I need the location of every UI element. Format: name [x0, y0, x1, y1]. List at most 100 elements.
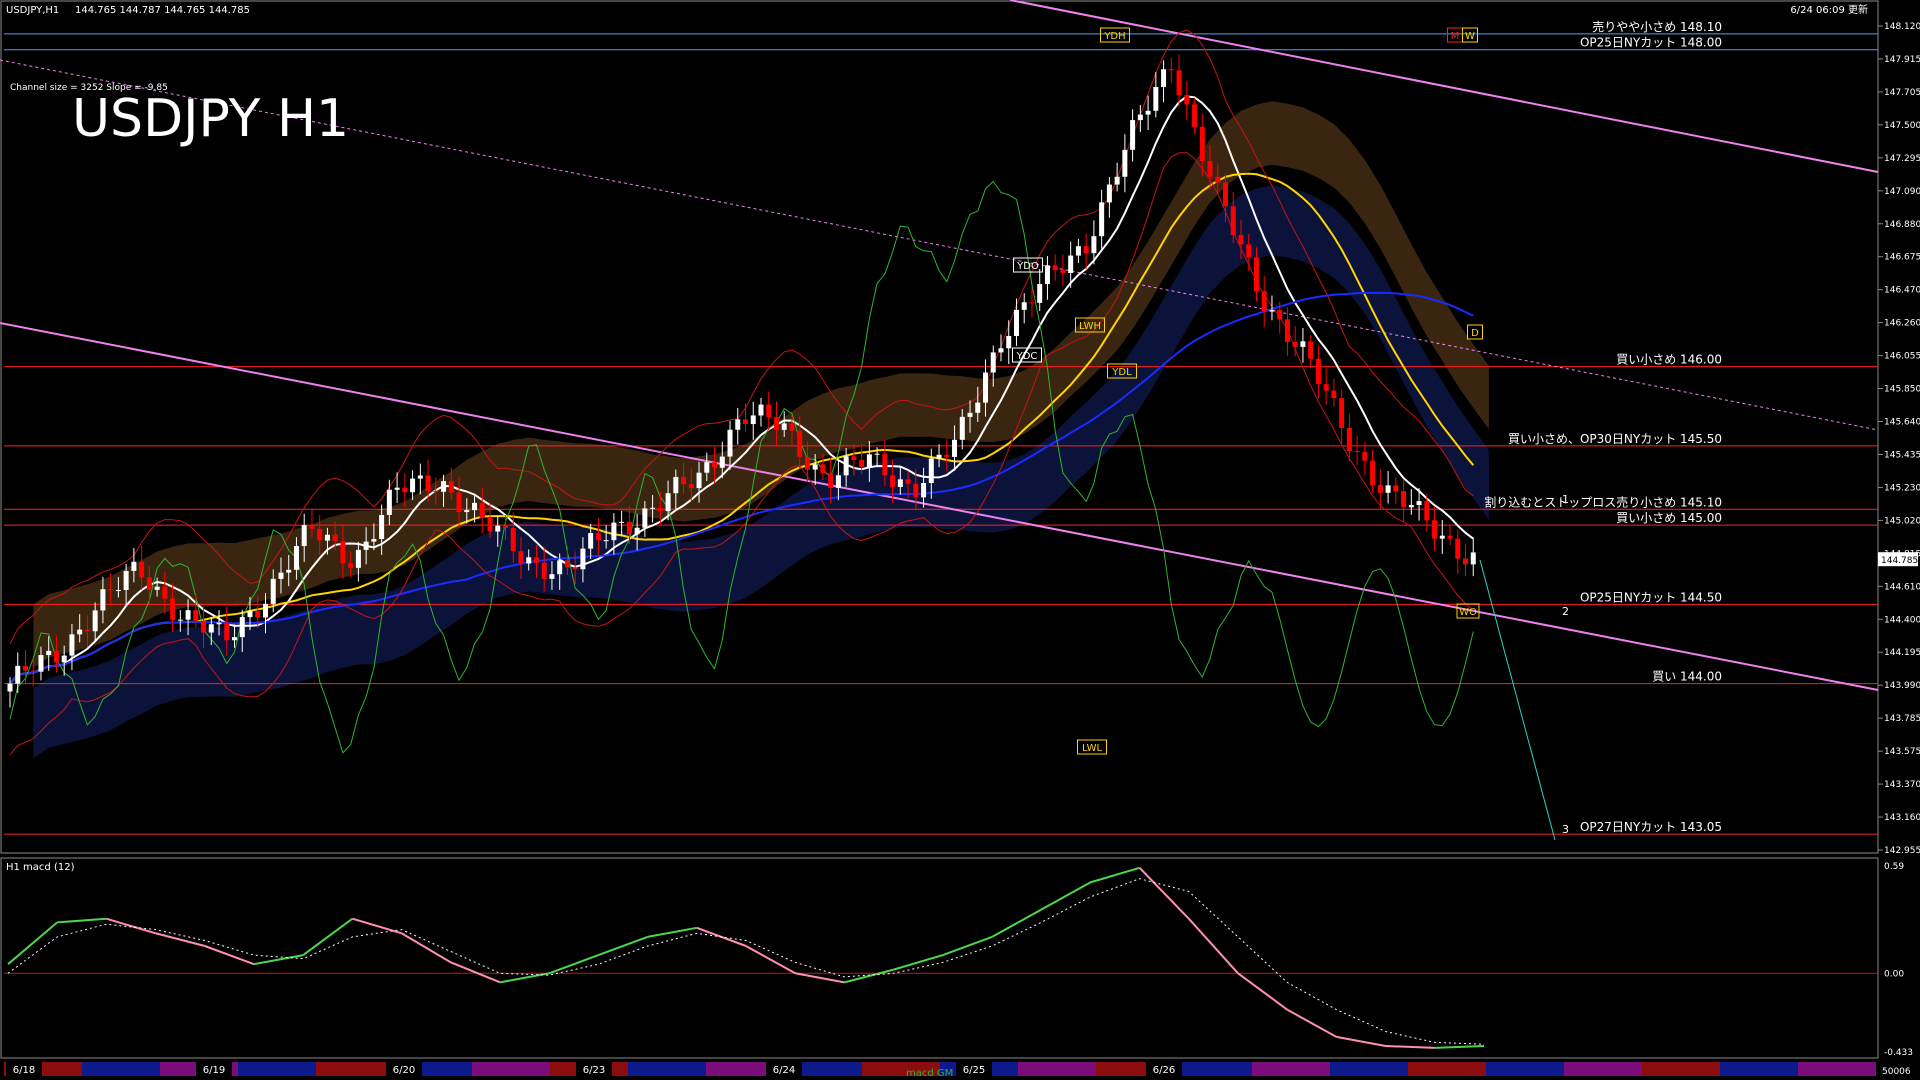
candle-body: [495, 525, 501, 532]
price-tick-label: 145.230: [1884, 483, 1920, 493]
candle-body: [704, 462, 710, 473]
price-tick-label: 142.955: [1884, 846, 1920, 856]
candle-body: [1331, 390, 1337, 399]
candle-body: [557, 560, 563, 575]
price-tick-label: 147.295: [1884, 154, 1920, 164]
candle-body: [533, 557, 539, 563]
candle-body: [1044, 265, 1050, 285]
candle-body: [1284, 319, 1290, 343]
candle-body: [278, 572, 284, 579]
candle-body: [92, 610, 98, 632]
candle-body: [526, 557, 532, 564]
candle-body: [1130, 120, 1136, 150]
candle-body: [1052, 265, 1058, 271]
candle-body: [781, 423, 787, 430]
candle-body: [185, 610, 191, 620]
level-marker: YDH: [1103, 31, 1125, 42]
candle-body: [410, 478, 416, 493]
candle-body: [750, 415, 756, 425]
candle-body: [804, 456, 810, 470]
candle-body: [1408, 504, 1414, 508]
candle-body: [472, 502, 478, 511]
price-tick-label: 147.705: [1884, 88, 1920, 98]
date-label: 6/23: [583, 1065, 605, 1076]
candle-body: [1013, 309, 1019, 336]
date-bar-segment: [1798, 1062, 1876, 1076]
level-label: OP27日NYカット 143.05: [1580, 820, 1722, 834]
candle-body: [1401, 491, 1407, 508]
level-marker: YDC: [1016, 351, 1038, 362]
candle-body: [255, 611, 261, 618]
date-label: 6/19: [203, 1065, 225, 1076]
candle-body: [1091, 236, 1097, 254]
candle-body: [348, 563, 354, 568]
indicator-label: macd GM: [906, 1068, 953, 1079]
candle-body: [154, 586, 160, 590]
price-tick-label: 146.675: [1884, 253, 1920, 263]
candle-body: [131, 561, 137, 571]
candle-body: [758, 404, 764, 416]
candle-body: [743, 419, 748, 425]
candle-body: [1439, 535, 1445, 539]
candle-body: [1060, 270, 1066, 273]
candle-body: [1277, 310, 1283, 320]
candle-body: [1215, 176, 1221, 183]
candle-body: [201, 620, 207, 633]
candle-body: [456, 492, 462, 513]
candle-body: [1308, 341, 1314, 359]
candle-body: [564, 560, 570, 568]
fib-label: 3: [1562, 823, 1569, 836]
candle-body: [332, 534, 338, 542]
date-bar-segment: [628, 1062, 706, 1076]
fib-label: 1: [1562, 493, 1569, 506]
candle-body: [828, 473, 834, 488]
level-marker: WO: [1459, 607, 1477, 618]
candle-body: [386, 489, 392, 515]
candle-body: [952, 439, 958, 457]
candle-body: [572, 567, 578, 570]
candle-body: [108, 589, 114, 591]
candle-body: [1385, 485, 1391, 493]
candle-body: [46, 650, 52, 656]
level-label: 買い 144.00: [1652, 670, 1722, 684]
candle-body: [688, 484, 694, 489]
candle-body: [394, 487, 400, 490]
candle-body: [1377, 484, 1383, 493]
candle-body: [990, 352, 996, 373]
price-tick-label: 143.370: [1884, 780, 1920, 790]
candle-body: [1253, 257, 1259, 292]
candle-body: [766, 404, 772, 418]
price-tick-label: 143.990: [1884, 681, 1920, 691]
candle-body: [7, 683, 13, 692]
level-label: 買い小さめ 146.00: [1616, 353, 1722, 367]
candle-body: [61, 655, 67, 663]
candle-body: [502, 525, 508, 528]
candle-body: [820, 464, 826, 474]
candle-body: [983, 372, 989, 403]
candle-body: [1184, 95, 1190, 105]
candle-body: [1029, 302, 1035, 304]
candle-body: [146, 577, 152, 590]
candle-body: [340, 541, 346, 564]
date-bar-segment: [1174, 1062, 1252, 1076]
candle-body: [216, 622, 222, 625]
candle-body: [479, 502, 485, 518]
candle-body: [611, 522, 617, 541]
candle-body: [890, 475, 896, 487]
candle-body: [936, 454, 942, 459]
candle-body: [1230, 206, 1236, 236]
candle-body: [1075, 246, 1081, 256]
candle-body: [1416, 501, 1422, 505]
candle-body: [1006, 335, 1012, 349]
date-bar-segment: [238, 1062, 316, 1076]
candle-body: [650, 507, 656, 509]
candle-body: [843, 456, 849, 476]
candle-body: [232, 637, 238, 641]
price-tick-label: 147.090: [1884, 187, 1920, 197]
macd-title: H1 macd (12): [6, 862, 75, 873]
candle-body: [1137, 114, 1143, 121]
candle-body: [441, 481, 447, 492]
price-tick-label: 144.195: [1884, 648, 1920, 658]
candle-body: [293, 546, 299, 570]
candle-body: [1455, 538, 1461, 559]
